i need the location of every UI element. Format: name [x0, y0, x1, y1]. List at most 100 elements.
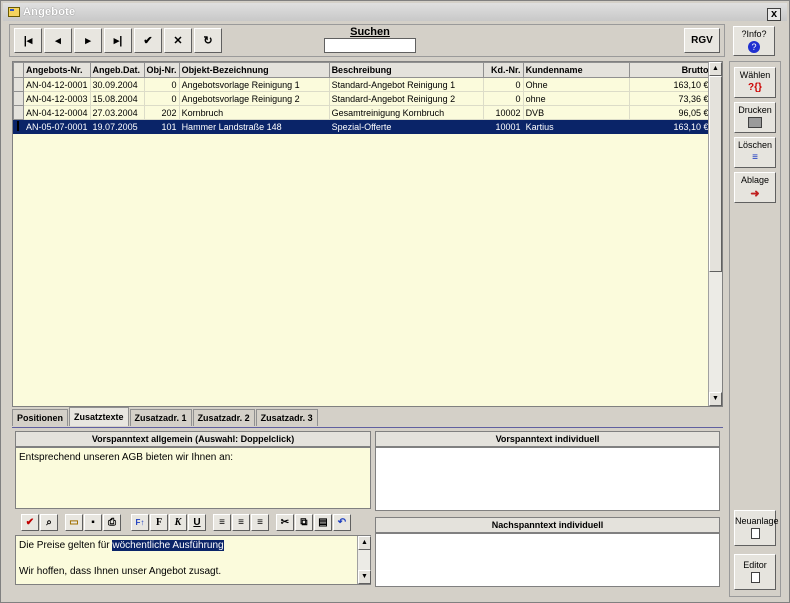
tab-zusatzadr-1[interactable]: Zusatzadr. 1 [129, 409, 192, 426]
offers-table: Angebots-Nr. Angeb.Dat. Obj-Nr. Objekt-B… [12, 61, 723, 407]
previous-icon: ◂ [55, 35, 61, 47]
confirm-button[interactable]: ✔ [134, 28, 162, 53]
archive-icon: ➜ [750, 188, 760, 200]
scroll-up-icon[interactable]: ▲ [709, 62, 722, 76]
vorspann-allgemein-panel[interactable]: Entsprechend unseren AGB bieten wir Ihne… [15, 447, 371, 509]
app-icon [8, 7, 20, 17]
help-icon: ? [748, 41, 760, 53]
search-input[interactable] [324, 38, 416, 53]
row-indicator[interactable] [13, 91, 24, 106]
previous-record-button[interactable]: ◂ [44, 28, 72, 53]
vorspann-individuell-header: Vorspanntext individuell [375, 431, 720, 447]
rgv-button[interactable]: RGV [684, 28, 720, 53]
vorspann-allgemein-header: Vorspanntext allgemein (Auswahl: Doppelc… [15, 431, 371, 447]
table-cell: 0 [143, 91, 180, 106]
row-indicator[interactable] [13, 77, 24, 92]
vertical-scrollbar[interactable]: ▲ ▼ [708, 62, 722, 406]
scroll-down-icon[interactable]: ▼ [709, 392, 722, 406]
editor-scroll-down-icon[interactable]: ▼ [358, 570, 371, 584]
column-header[interactable]: Kundenname [522, 62, 630, 78]
waehlen-button[interactable]: Wählen ?{} [734, 67, 776, 98]
copy-icon[interactable]: ⧉ [295, 514, 313, 531]
cut-icon[interactable]: ✂ [276, 514, 294, 531]
ablage-button[interactable]: Ablage ➜ [734, 172, 776, 203]
print-icon[interactable]: ⎙ [103, 514, 121, 531]
scroll-thumb[interactable] [709, 76, 722, 272]
folder-icon[interactable]: ▭ [65, 514, 83, 531]
tab-zusatztexte[interactable]: Zusatztexte [69, 407, 129, 426]
underline-icon[interactable]: U [188, 514, 206, 531]
column-header[interactable]: Angebots-Nr. [23, 62, 91, 78]
bold-icon[interactable]: F [150, 514, 168, 531]
table-cell: AN-04-12-0004 [23, 105, 91, 120]
document-icon [750, 572, 760, 583]
table-cell: ohne [522, 91, 630, 106]
nachspann-individuell-panel[interactable] [375, 533, 720, 587]
save-icon[interactable]: ▪ [84, 514, 102, 531]
table-cell: 10001 [482, 119, 524, 134]
editor-text-area[interactable]: Die Preise gelten für wöchentliche Ausfü… [15, 535, 371, 585]
close-button[interactable]: x [767, 8, 781, 21]
waehlen-label: Wählen [739, 70, 771, 80]
title-bar: Angebote [3, 3, 787, 21]
table-cell: AN-04-12-0001 [23, 77, 91, 92]
table-row[interactable]: AN-04-12-0003 15.08.2004 0 Angebotsvorlage … [13, 91, 712, 106]
table-cell: AN-05-07-0001 [23, 119, 91, 134]
info-label: ?Info? [741, 29, 767, 39]
editor-scroll-up-icon[interactable]: ▲ [358, 536, 371, 550]
editor-toolbar: ✔ ⌕ ▭ ▪ ⎙ F↑ F K U ≡ ≡ ≡ ✂ ⧉ ▤ ↶ [15, 511, 371, 535]
tab-zusatzadr-2[interactable]: Zusatzadr. 2 [192, 409, 255, 426]
column-header[interactable]: Brutto [628, 62, 712, 78]
column-header[interactable]: Obj-Nr. [143, 62, 180, 78]
search-label: Suchen [350, 26, 390, 38]
row-indicator[interactable] [13, 119, 24, 134]
undo-icon[interactable]: ↶ [333, 514, 351, 531]
table-cell: 15.08.2004 [89, 91, 145, 106]
paste-icon[interactable]: ▤ [314, 514, 332, 531]
editor-scrollbar[interactable]: ▲ ▼ [357, 536, 371, 584]
table-cell: Kartius [522, 119, 630, 134]
loeschen-button[interactable]: Löschen ≡ [734, 137, 776, 168]
font-size-icon[interactable]: F↑ [131, 514, 149, 531]
editor-selected-text: wöchentliche Ausführung [112, 540, 224, 551]
tab-positionen[interactable]: Positionen [12, 409, 69, 426]
table-row[interactable]: AN-04-12-0001 30.09.2004 0 Angebotsvorlage … [13, 77, 712, 92]
align-center-icon[interactable]: ≡ [232, 514, 250, 531]
align-left-icon[interactable]: ≡ [213, 514, 231, 531]
column-header[interactable]: Kd.-Nr. [482, 62, 524, 78]
next-record-button[interactable]: ▸ [74, 28, 102, 53]
column-header[interactable]: Beschreibung [328, 62, 484, 78]
row-indicator[interactable] [13, 105, 24, 120]
table-row[interactable]: AN-05-07-0001 19.07.2005 101 Hammer Landstr… [13, 119, 712, 134]
table-cell: Angebotsvorlage Reinigung 1 [178, 77, 330, 92]
drucken-button[interactable]: Drucken [734, 102, 776, 133]
table-cell: 163,10 € [628, 119, 712, 134]
table-cell: 0 [482, 91, 524, 106]
tab-zusatzadr-3[interactable]: Zusatzadr. 3 [255, 409, 318, 426]
editor-content: Die Preise gelten für wöchentliche Ausfü… [16, 536, 227, 581]
neuanlage-label: Neuanlage [735, 516, 779, 526]
drucken-label: Drucken [738, 105, 772, 115]
row-indicator-header [13, 62, 24, 78]
column-header[interactable]: Angeb.Dat. [89, 62, 145, 78]
table-cell: 101 [143, 119, 180, 134]
editor-button[interactable]: Editor [734, 554, 776, 590]
last-record-button[interactable]: ▸| [104, 28, 132, 53]
first-record-button[interactable]: |◂ [14, 28, 42, 53]
align-right-icon[interactable]: ≡ [251, 514, 269, 531]
loeschen-label: Löschen [737, 140, 773, 150]
zoom-icon[interactable]: ⌕ [40, 514, 58, 531]
cancel-button[interactable]: ✕ [164, 28, 192, 53]
check-icon[interactable]: ✔ [21, 514, 39, 531]
refresh-button[interactable]: ↻ [194, 28, 222, 53]
neuanlage-button[interactable]: Neuanlage [734, 510, 779, 546]
table-cell: Standard-Angebot Reinigung 2 [328, 91, 484, 106]
table-row[interactable]: AN-04-12-0004 27.03.2004 202 Kornbruch Gesam… [13, 105, 712, 120]
column-header[interactable]: Objekt-Bezeichnung [178, 62, 330, 78]
info-button[interactable]: ?Info? ? [733, 26, 775, 56]
table-cell: Kornbruch [178, 105, 330, 120]
italic-icon[interactable]: K [169, 514, 187, 531]
vorspann-individuell-panel[interactable] [375, 447, 720, 511]
table-cell: Ohne [522, 77, 630, 92]
nachspann-individuell-header: Nachspanntext individuell [375, 517, 720, 533]
